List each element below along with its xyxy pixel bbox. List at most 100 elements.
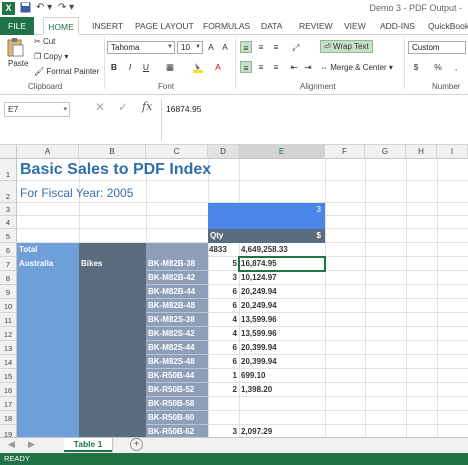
formula-input[interactable]: 16874.95: [166, 104, 201, 114]
amount-cell[interactable]: 2,097.29: [241, 425, 325, 437]
paste-icon[interactable]: [6, 37, 24, 59]
row-header-10[interactable]: 10: [0, 299, 17, 313]
row-header-3[interactable]: 3: [0, 203, 17, 216]
amount-cell[interactable]: 20,249.94: [241, 285, 325, 299]
selected-cell-e7[interactable]: [238, 256, 326, 272]
fill-color-icon[interactable]: [192, 61, 204, 73]
row-header-4[interactable]: 4: [0, 216, 17, 229]
font-size-select[interactable]: 10 ▼: [177, 41, 203, 54]
column-header-e[interactable]: E: [239, 145, 325, 159]
tab-view[interactable]: VIEW: [344, 17, 366, 35]
undo-icon[interactable]: ↶ ▾: [36, 2, 52, 13]
report-title[interactable]: Basic Sales to PDF Index: [20, 161, 211, 179]
sku-cell[interactable]: BK-R50B-44: [146, 369, 208, 383]
scroll-right-icon[interactable]: ▶: [28, 439, 35, 450]
italic-button[interactable]: I: [124, 61, 136, 73]
qty-cell[interactable]: 3: [208, 425, 237, 437]
sku-cell[interactable]: BK-R50B-58: [146, 397, 208, 411]
decrease-indent-icon[interactable]: ⇤: [288, 61, 300, 73]
column-header-a[interactable]: A: [17, 145, 79, 159]
sku-cell[interactable]: BK-R50B-52: [146, 383, 208, 397]
sku-cell[interactable]: BK-M82B-44: [146, 285, 208, 299]
qty-cell[interactable]: 4: [208, 313, 237, 327]
amount-cell[interactable]: 13,599.96: [241, 327, 325, 341]
align-center-icon[interactable]: ≡: [255, 61, 267, 73]
comma-style-icon[interactable]: ,: [450, 61, 462, 73]
row-header-2[interactable]: 2: [0, 181, 17, 203]
row-header-16[interactable]: 16: [0, 383, 17, 397]
tab-review[interactable]: REVIEW: [299, 17, 333, 35]
name-box[interactable]: E7 ▾: [4, 102, 70, 117]
row-header-19[interactable]: 19: [0, 425, 17, 437]
amount-cell[interactable]: 10,124.97: [241, 271, 325, 285]
align-top-icon[interactable]: ≡: [240, 41, 252, 53]
header-band-row4[interactable]: [208, 216, 325, 229]
header-band-e3[interactable]: 3: [208, 203, 325, 216]
borders-icon[interactable]: ▦: [164, 61, 176, 73]
qty-cell[interactable]: 2: [208, 383, 237, 397]
font-color-icon[interactable]: A: [212, 61, 224, 73]
sku-cell[interactable]: BK-M82B-42: [146, 271, 208, 285]
spreadsheet-grid[interactable]: A B C D E F G H I 1 2 3 4 5 6 7 8 9 10 11 12 13 14 15 1…: [0, 145, 468, 437]
region-cell[interactable]: Australia: [17, 257, 79, 437]
number-format-select[interactable]: Custom: [408, 41, 466, 54]
column-header-d[interactable]: D: [208, 145, 239, 159]
percent-button[interactable]: %: [432, 61, 444, 73]
enter-icon[interactable]: ✓: [118, 100, 128, 114]
tab-quickbooks[interactable]: QuickBooks: [428, 17, 468, 35]
total-blank-cell-c[interactable]: [146, 243, 208, 257]
row-header-15[interactable]: 15: [0, 369, 17, 383]
total-label-cell[interactable]: Total: [17, 243, 79, 257]
column-header-h[interactable]: H: [406, 145, 437, 159]
tab-insert[interactable]: INSERT: [92, 17, 123, 35]
row-header-1[interactable]: 1: [0, 159, 17, 181]
qty-cell[interactable]: 1: [208, 369, 237, 383]
total-amount-cell[interactable]: 4,649,258.33: [241, 243, 325, 257]
total-qty-cell[interactable]: 4833: [209, 243, 239, 257]
scroll-left-icon[interactable]: ◀: [8, 439, 15, 450]
insert-function-icon[interactable]: fx: [142, 100, 152, 113]
tab-page-layout[interactable]: PAGE LAYOUT: [135, 17, 194, 35]
sku-cell[interactable]: BK-R50B-62: [146, 425, 208, 437]
row-header-17[interactable]: 17: [0, 397, 17, 411]
qty-cell[interactable]: 5: [208, 257, 237, 271]
column-header-i[interactable]: I: [437, 145, 468, 159]
sku-cell[interactable]: BK-M82S-42: [146, 327, 208, 341]
row-header-7[interactable]: 7: [0, 257, 17, 271]
category-cell[interactable]: Bikes: [79, 257, 146, 437]
qty-cell[interactable]: 6: [208, 341, 237, 355]
tab-home[interactable]: HOME: [43, 17, 79, 35]
merge-center-button[interactable]: ⇔ Merge & Center ▾: [320, 63, 393, 72]
row-header-6[interactable]: 6: [0, 243, 17, 257]
align-left-icon[interactable]: ≡: [240, 61, 252, 73]
underline-button[interactable]: U: [140, 61, 152, 73]
increase-indent-icon[interactable]: ⇥: [302, 61, 314, 73]
amount-cell[interactable]: 699.10: [241, 369, 325, 383]
column-header-g[interactable]: G: [365, 145, 406, 159]
qty-cell[interactable]: 3: [208, 271, 237, 285]
row-header-12[interactable]: 12: [0, 327, 17, 341]
sku-cell[interactable]: BK-M82B-38: [146, 257, 208, 271]
row-header-8[interactable]: 8: [0, 271, 17, 285]
column-header-c[interactable]: C: [146, 145, 208, 159]
copy-button[interactable]: ❐ Copy ▾: [34, 52, 68, 61]
wrap-text-button[interactable]: ⏎ Wrap Text: [320, 40, 373, 53]
redo-icon[interactable]: ↷ ▾: [58, 2, 74, 13]
tab-data[interactable]: DATA: [261, 17, 282, 35]
amount-header-cell[interactable]: $: [239, 229, 325, 243]
qty-cell[interactable]: 6: [208, 299, 237, 313]
sku-cell[interactable]: BK-M82S-48: [146, 355, 208, 369]
tab-add-ins[interactable]: ADD-INS: [380, 17, 415, 35]
align-right-icon[interactable]: ≡: [270, 61, 282, 73]
row-header-5[interactable]: 5: [0, 229, 17, 243]
sku-cell[interactable]: BK-M82B-48: [146, 299, 208, 313]
column-header-b[interactable]: B: [79, 145, 146, 159]
currency-button[interactable]: $: [410, 61, 422, 73]
sku-cell[interactable]: BK-M82S-44: [146, 341, 208, 355]
qty-cell[interactable]: 4: [208, 327, 237, 341]
amount-cell[interactable]: 20,249.94: [241, 299, 325, 313]
orientation-icon[interactable]: ⤢: [290, 41, 302, 53]
bold-button[interactable]: B: [108, 61, 120, 73]
qty-cell[interactable]: [208, 411, 237, 425]
select-all-corner[interactable]: [0, 145, 17, 159]
